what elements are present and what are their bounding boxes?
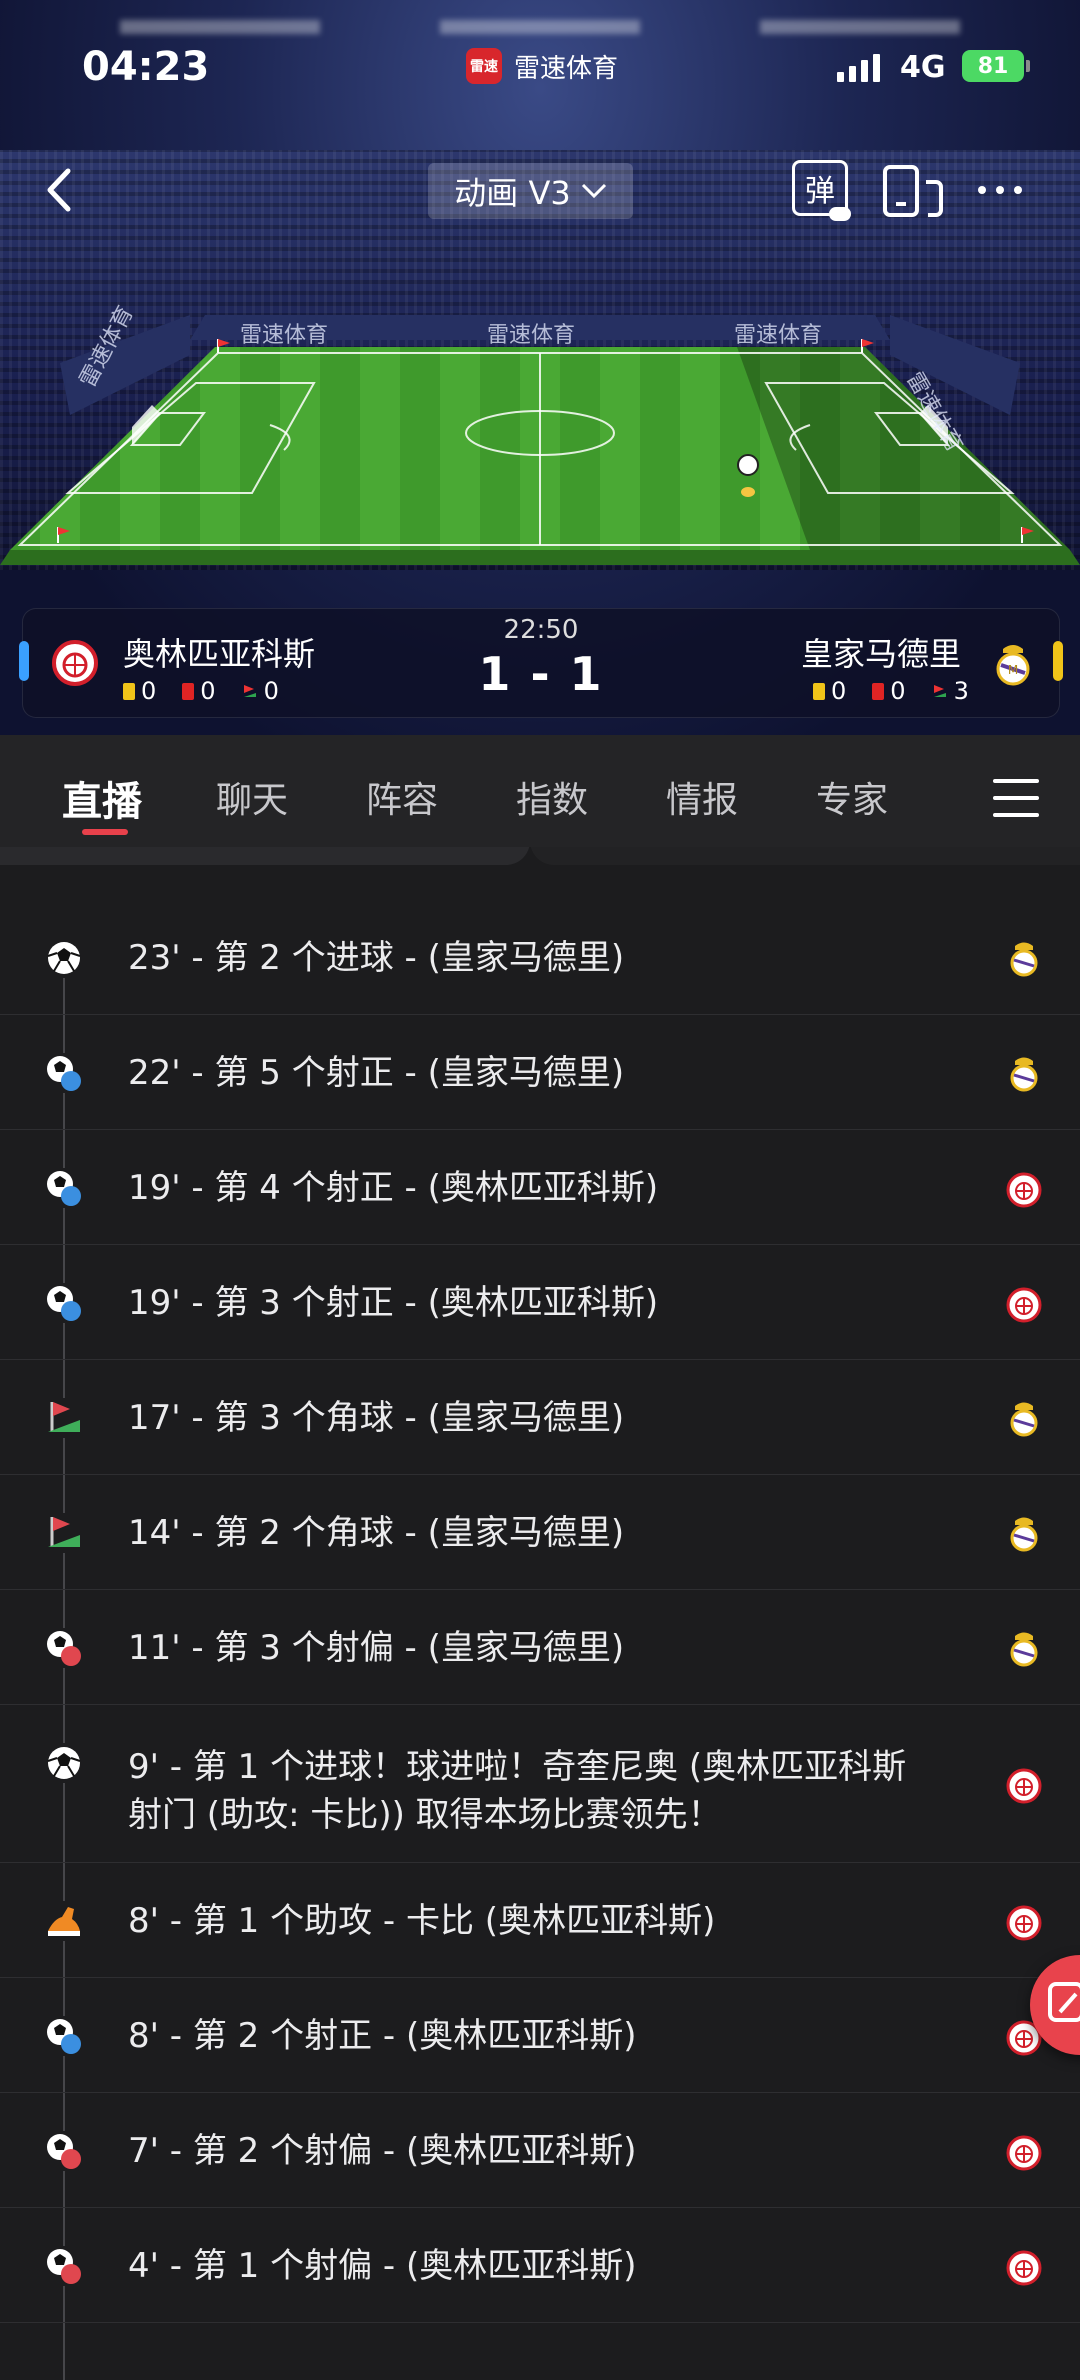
- subtab-right[interactable]: [530, 847, 1080, 865]
- event-row[interactable]: 9' - 第 1 个进球！球进啦！奇奎尼奥 (奥林匹亚科斯 射门 (助攻: 卡比…: [0, 1705, 1080, 1863]
- edit-icon: [1048, 1982, 1080, 2022]
- menu-icon[interactable]: [993, 779, 1039, 830]
- toggle-knob-icon: [829, 207, 851, 221]
- tab-chat[interactable]: 聊天: [216, 771, 288, 823]
- event-goal-icon: [44, 937, 84, 978]
- animation-mode-label: 动画 V3: [454, 174, 571, 212]
- tab-intel[interactable]: 情报: [666, 771, 738, 823]
- event-text: 23' - 第 2 个进球 - (皇家马德里): [128, 937, 625, 978]
- tab-bar: 直播 聊天 阵容 指数 情报 专家: [0, 735, 1080, 847]
- event-assist-icon: [44, 1900, 84, 1941]
- olympiacos-logo-icon: [1006, 1172, 1042, 1207]
- event-text: 17' - 第 3 个角球 - (皇家马德里): [128, 1397, 625, 1438]
- animation-mode-selector[interactable]: 动画 V3: [428, 163, 633, 219]
- subtab-bar-scrolled: [0, 847, 1080, 887]
- tab-lineup[interactable]: 阵容: [366, 771, 438, 823]
- corner-flag-icon: [933, 685, 946, 697]
- status-time: 04:23: [82, 44, 210, 90]
- event-text: 9' - 第 1 个进球！球进啦！奇奎尼奥 (奥林匹亚科斯 射门 (助攻: 卡比…: [128, 1747, 907, 1835]
- event-text: 7' - 第 2 个射偏 - (奥林匹亚科斯): [128, 2130, 637, 2171]
- rotate-screen-icon[interactable]: [882, 164, 944, 218]
- tab-odds[interactable]: 指数: [516, 771, 588, 823]
- signal-icon: [837, 52, 880, 82]
- event-row[interactable]: 11' - 第 3 个射偏 - (皇家马德里): [0, 1590, 1080, 1705]
- event-text: 22' - 第 5 个射正 - (皇家马德里): [128, 1052, 625, 1093]
- network-type: 4G: [900, 50, 946, 85]
- away-yellow-count: 0: [831, 677, 847, 705]
- event-text: 19' - 第 3 个射正 - (奥林匹亚科斯): [128, 1282, 659, 1323]
- red-card-icon: [872, 682, 885, 700]
- back-icon[interactable]: [40, 165, 80, 215]
- away-team-name[interactable]: 皇家马德里: [801, 629, 961, 675]
- event-text: 8' - 第 1 个助攻 - 卡比 (奥林匹亚科斯): [128, 1900, 716, 1941]
- event-text: 8' - 第 2 个射正 - (奥林匹亚科斯): [128, 2015, 637, 2056]
- event-text: 14' - 第 2 个角球 - (皇家马德里): [128, 1512, 625, 1553]
- battery-level: 81: [977, 53, 1009, 79]
- event-row[interactable]: 19' - 第 3 个射正 - (奥林匹亚科斯): [0, 1245, 1080, 1360]
- app-name: 雷速体育: [514, 54, 619, 84]
- event-shot-off-icon: [44, 2245, 84, 2286]
- pitch-ad-board: 雷速体育: [487, 323, 576, 348]
- event-row[interactable]: 8' - 第 1 个助攻 - 卡比 (奥林匹亚科斯): [0, 1863, 1080, 1978]
- olympiacos-logo-icon: [1006, 1768, 1042, 1804]
- svg-text:M: M: [1008, 663, 1018, 677]
- chevron-down-icon: [581, 183, 606, 199]
- event-row[interactable]: 4' - 第 1 个射偏 - (奥林匹亚科斯): [0, 2208, 1080, 2323]
- app-logo-icon: 雷速: [466, 48, 502, 84]
- real-madrid-logo-icon: [1010, 1057, 1038, 1091]
- event-row[interactable]: 19' - 第 4 个射正 - (奥林匹亚科斯): [0, 1130, 1080, 1245]
- event-shot-on-icon: [44, 1282, 84, 1323]
- pitch-ad-board: 雷速体育: [734, 323, 823, 348]
- event-corner-icon: [44, 1512, 84, 1553]
- event-row[interactable]: 7' - 第 2 个射偏 - (奥林匹亚科斯): [0, 2093, 1080, 2208]
- danmu-label: 弹: [805, 174, 835, 209]
- event-row[interactable]: 17' - 第 3 个角球 - (皇家马德里): [0, 1360, 1080, 1475]
- event-row[interactable]: 23' - 第 2 个进球 - (皇家马德里): [0, 900, 1080, 1015]
- olympiacos-logo-icon: [1006, 2135, 1042, 2170]
- more-options-icon[interactable]: [978, 186, 1022, 194]
- away-corner-count: 3: [953, 677, 969, 705]
- tab-live[interactable]: 直播: [62, 769, 142, 827]
- danmu-toggle[interactable]: 弹: [792, 160, 851, 221]
- real-madrid-logo-icon: [1010, 1632, 1038, 1666]
- event-corner-icon: [44, 1397, 84, 1438]
- match-animation-header: 04:23 雷速 雷速体育 4G 81 动画 V3 弹 雷速体育 雷速体育 雷速…: [0, 0, 1080, 735]
- event-row[interactable]: 14' - 第 2 个角球 - (皇家马德里): [0, 1475, 1080, 1590]
- real-madrid-logo-icon: [1010, 1402, 1038, 1436]
- event-list: 23' - 第 2 个进球 - (皇家马德里) 22' - 第 5 个射正 - (…: [0, 900, 1080, 2380]
- olympiacos-logo-icon: [1006, 1287, 1042, 1322]
- event-shot-off-icon: [44, 2130, 84, 2171]
- event-text: 11' - 第 3 个射偏 - (皇家马德里): [128, 1627, 625, 1668]
- away-red-count: 0: [890, 677, 906, 705]
- pitch: 雷速体育 雷速体育 雷速体育 雷速体育 雷速体育: [0, 302, 1080, 575]
- battery-icon: 81: [962, 50, 1030, 82]
- active-tab-indicator: [82, 829, 128, 835]
- event-row[interactable]: 22' - 第 5 个射正 - (皇家马德里): [0, 1015, 1080, 1130]
- event-goal-icon: [44, 1743, 84, 1783]
- event-text: 19' - 第 4 个射正 - (奥林匹亚科斯): [128, 1167, 659, 1208]
- pitch-graphic: [0, 315, 1080, 565]
- event-shot-on-icon: [44, 2015, 84, 2056]
- status-bar: 04:23 雷速 雷速体育 4G 81: [0, 0, 1080, 130]
- event-shot-on-icon: [44, 1167, 84, 1208]
- away-team-stats: 0 0 3: [813, 677, 969, 705]
- real-madrid-logo-icon: [1010, 942, 1038, 976]
- olympiacos-logo-icon: [1006, 2250, 1042, 2285]
- event-shot-on-icon: [44, 1052, 84, 1093]
- event-row[interactable]: 8' - 第 2 个射正 - (奥林匹亚科斯): [0, 1978, 1080, 2093]
- real-madrid-logo-icon: [1010, 1517, 1038, 1551]
- real-madrid-logo-icon[interactable]: M: [989, 639, 1037, 687]
- scoreboard: 奥林匹亚科斯 0 0 0 22:50 1 - 1 皇家马德里 0 0 3 M: [19, 608, 1063, 718]
- yellow-card-icon: [813, 682, 825, 700]
- event-text: 4' - 第 1 个射偏 - (奥林匹亚科斯): [128, 2245, 637, 2286]
- event-shot-off-icon: [44, 1627, 84, 1668]
- tab-expert[interactable]: 专家: [816, 771, 888, 823]
- pitch-ad-board: 雷速体育: [240, 323, 329, 348]
- olympiacos-logo-icon: [1006, 1905, 1042, 1940]
- subtab-left[interactable]: [0, 847, 530, 865]
